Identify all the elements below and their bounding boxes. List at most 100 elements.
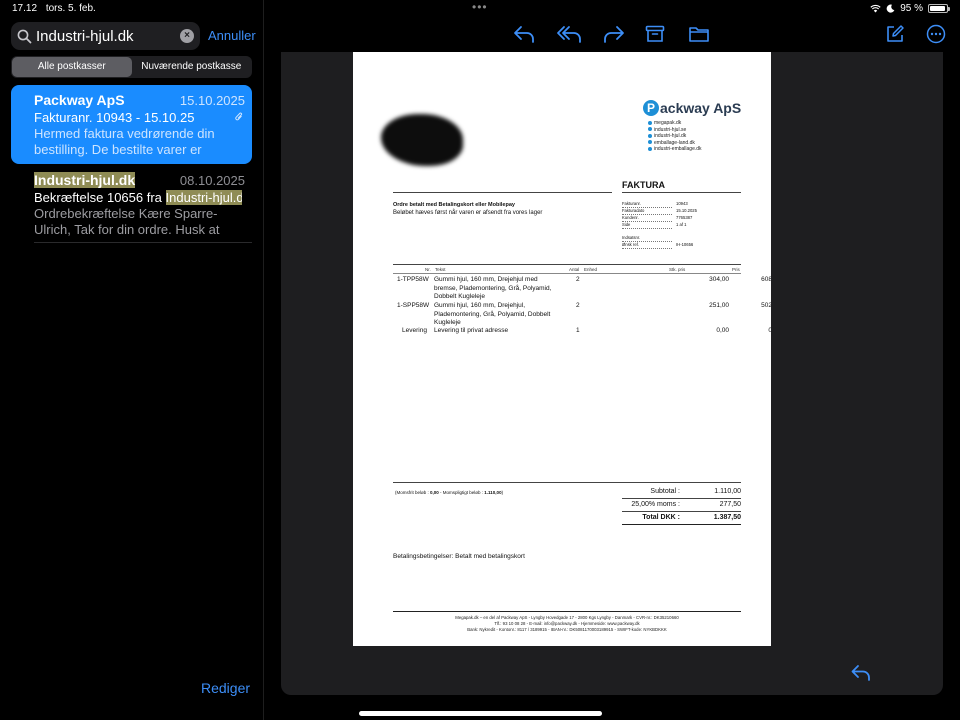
- line-no: Levering: [402, 327, 427, 334]
- column-header-price: Stk. pris: [669, 267, 686, 272]
- line-sum: 0,00: [768, 327, 771, 334]
- payment-terms: Betalingsbetingelser: Betalt med betalin…: [393, 553, 525, 560]
- battery-fill: [930, 6, 946, 11]
- wifi-icon: [870, 4, 881, 13]
- cancel-button[interactable]: Annuller: [208, 28, 256, 43]
- column-header-no: Nr.: [425, 267, 431, 272]
- note-suffix: ): [501, 490, 504, 495]
- message-item-industri-hjul[interactable]: Industri-hjul.dk 08.10.2025 Bekræftelse …: [11, 165, 252, 244]
- invoice-title: FAKTURA: [622, 180, 665, 190]
- message-subject: Fakturanr. 10943 - 15.10.25: [34, 110, 195, 125]
- list-separator: [34, 242, 252, 243]
- search-field[interactable]: ×: [11, 22, 200, 50]
- search-icon: [17, 29, 32, 43]
- vat-note: (Momsfrit beløb : 0,00 - Momspligtigt be…: [395, 490, 503, 495]
- message-subject: Bekræftelse 10656 fra Industri-hjul.dk: [34, 190, 242, 205]
- vat-value: 277,50: [719, 501, 741, 508]
- note-vat-liable-amount: 1.110,00: [484, 490, 502, 495]
- line-sum: 608,00: [761, 276, 771, 283]
- column-header-qty: Antal: [569, 267, 580, 272]
- subtotal-value: 1.110,00: [714, 488, 741, 495]
- website-item: industri-emballage.dk: [648, 146, 702, 153]
- order-title: Ordre betalt med Betalingskort eller Mob…: [393, 202, 515, 208]
- meta-key: Fakturadato: [622, 208, 672, 215]
- meta-value: IH-10656: [676, 242, 694, 247]
- column-header-text: Tekst: [435, 267, 446, 272]
- line-price: 251,00: [709, 302, 729, 309]
- edit-button[interactable]: Rediger: [201, 680, 250, 696]
- sidebar: × Annuller Alle postkasser Nuværende pos…: [0, 16, 263, 720]
- note-prefix: (Momsfrit beløb :: [395, 490, 431, 495]
- meta-key: Side: [622, 222, 672, 229]
- message-item-packway[interactable]: Packway ApS 15.10.2025 Fakturanr. 10943 …: [11, 85, 252, 164]
- more-icon[interactable]: [926, 24, 946, 44]
- folder-icon[interactable]: [688, 24, 710, 44]
- footer-line: Bank: Nykredit - Kontonr.: 8117 / 318991…: [467, 627, 667, 632]
- compose-icon[interactable]: [885, 24, 905, 44]
- note-middle: - Momspligtigt beløb :: [438, 490, 485, 495]
- line-no: 1-SPP58W: [397, 302, 430, 309]
- total-value: 1.387,50: [713, 514, 741, 521]
- home-indicator[interactable]: [359, 711, 602, 716]
- clear-search-icon[interactable]: ×: [180, 29, 194, 43]
- line-text: Gummi hjul, 160 mm, Drejehjul, Plademont…: [434, 302, 551, 326]
- invoice-meta: Fakturanr. 10943 Fakturadato 15.10.2025 Ku…: [622, 201, 697, 249]
- scope-current-mailbox[interactable]: Nuværende postkasse: [132, 57, 252, 77]
- status-date: tors. 5. feb.: [45, 3, 96, 14]
- redacted-address: [381, 114, 463, 166]
- line-qty: 1: [576, 327, 580, 334]
- logo-mark: P: [643, 100, 659, 116]
- meta-value: 15.10.2025: [676, 208, 697, 213]
- forward-icon[interactable]: [603, 24, 625, 44]
- column-header-sum: Pris: [732, 267, 740, 272]
- search-input[interactable]: [36, 27, 176, 45]
- divider: [393, 264, 741, 265]
- subtotal-label: Subtotal :: [650, 488, 680, 495]
- divider: [393, 192, 612, 193]
- battery-percent: 95 %: [900, 3, 923, 14]
- status-time: 17.12: [12, 3, 38, 14]
- battery-icon: [928, 4, 950, 13]
- sidebar-divider: [263, 0, 264, 720]
- subject-highlight: Industri-hjul.dk: [165, 190, 242, 205]
- message-date: 08.10.2025: [179, 173, 245, 188]
- order-subtitle: Beløbet hæves først når varen er afsendt…: [393, 210, 543, 216]
- divider: [393, 273, 741, 274]
- meta-value: 7765387: [676, 215, 693, 220]
- divider: [393, 482, 741, 483]
- line-price: 304,00: [709, 276, 729, 283]
- mailbox-scope-control: Alle postkasser Nuværende postkasse: [11, 56, 252, 78]
- reply-all-icon[interactable]: [556, 24, 582, 44]
- line-text: Gummi hjul, 160 mm, Drejehjul med bremse…: [434, 276, 552, 300]
- divider: [393, 611, 741, 612]
- website-list: megapak.dk industri-hjul.se industri-hju…: [648, 120, 702, 153]
- line-qty: 2: [576, 276, 580, 283]
- divider: [622, 498, 741, 499]
- meta-key: Indsatsnr.: [622, 235, 672, 242]
- scope-all-mailboxes[interactable]: Alle postkasser: [12, 57, 132, 77]
- reply-icon[interactable]: [851, 664, 871, 682]
- divider: [622, 524, 741, 525]
- line-no: 1-TPP58W: [397, 276, 429, 283]
- vat-label: 25,00% moms :: [631, 501, 680, 508]
- column-header-unit: Enhed: [584, 267, 598, 272]
- meta-key: Kundenr.: [622, 215, 672, 222]
- meta-key: Fakturanr.: [622, 201, 672, 208]
- message-preview: Hermed faktura vedrørende din bestilling…: [34, 126, 215, 157]
- multitasking-dots-icon[interactable]: •••: [472, 0, 488, 14]
- archive-icon[interactable]: [645, 24, 665, 44]
- attachment-icon: [235, 112, 243, 121]
- line-sum: 502,00: [761, 302, 771, 309]
- message-sender: Industri-hjul.dk: [34, 172, 136, 188]
- invoice-footer: Megapak.dk – en del af Packway ApS - Lyn…: [393, 615, 741, 633]
- total-label: Total DKK :: [642, 514, 680, 521]
- subject-prefix: Bekræftelse 10656 fra: [34, 190, 166, 205]
- reply-icon[interactable]: [513, 24, 535, 44]
- message-date: 15.10.2025: [179, 93, 245, 108]
- divider: [622, 192, 741, 193]
- status-bar-right: 95 %: [870, 3, 950, 14]
- meta-key: Ønsk ref.: [622, 242, 672, 249]
- company-logo: P ackway ApS: [643, 100, 741, 116]
- logo-name: ackway ApS: [660, 100, 742, 116]
- invoice-document[interactable]: P ackway ApS megapak.dk industri-hjul.se…: [353, 52, 771, 646]
